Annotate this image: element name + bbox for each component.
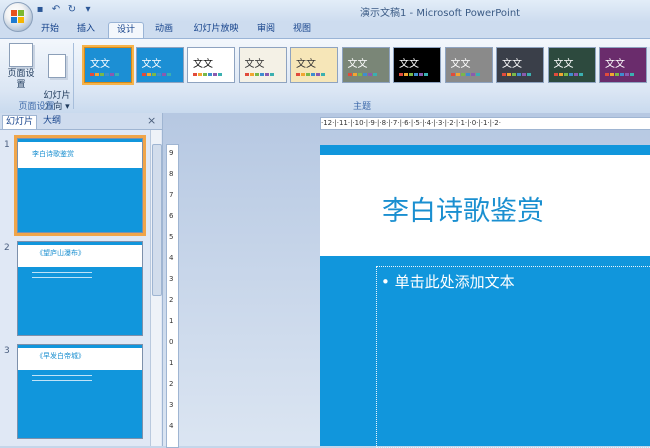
tab-home[interactable]: 开始 (36, 22, 64, 38)
placeholder-text: • 单击此处添加文本 (381, 273, 515, 291)
slide-top-band (320, 145, 650, 155)
theme-thumbnail[interactable]: 文文 (444, 47, 493, 83)
office-logo-icon (11, 10, 25, 24)
undo-icon[interactable]: ↶ (50, 4, 62, 16)
slide-thumbnail-1[interactable]: 李白诗歌鉴赏 (14, 135, 146, 236)
theme-sample-text: 文文 (502, 59, 522, 70)
slide-number: 2 (4, 243, 10, 253)
page-setup-button[interactable]: 页面设置 (4, 43, 38, 91)
group-page-setup-label: 页面设置 (18, 102, 55, 112)
ribbon: 页面设置 幻灯片 方向 ▾ 页面设置 主题 文文 文文 文文 文文 文文 文文 文文 文文 文文… (0, 38, 650, 114)
office-button[interactable] (3, 2, 33, 32)
thumb-title: 《早发白帝城》 (36, 352, 85, 360)
slide-number: 1 (4, 140, 10, 150)
theme-sample-text: 文文 (90, 59, 110, 70)
theme-thumbnail[interactable]: 文文 (290, 47, 338, 83)
slide-number: 3 (4, 346, 10, 356)
horizontal-ruler: ·12·|·11·|·10·|·9·|·8·|·7·|·6·|·5·|·4·|·… (320, 117, 650, 130)
tab-slideshow[interactable]: 幻灯片放映 (188, 22, 244, 38)
tab-slides[interactable]: 幻灯片 (2, 115, 38, 129)
tab-outline[interactable]: 大纲 (40, 115, 64, 128)
save-icon[interactable]: ▪ (34, 4, 46, 16)
ruler-tick-label: 4 (169, 254, 174, 262)
redo-icon[interactable]: ↻ (66, 4, 78, 16)
orientation-icon (48, 54, 66, 78)
thumb-title: 《望庐山瀑布》 (36, 249, 85, 257)
theme-thumbnail[interactable]: 文文 (496, 47, 544, 83)
group-themes-label: 主题 (352, 102, 371, 112)
ruler-tick-label: 3 (169, 275, 174, 283)
ruler-tick-label: 8 (169, 170, 174, 178)
theme-sample-text: 文文 (244, 59, 265, 70)
close-icon[interactable]: × (147, 114, 156, 127)
pane-tabs: 幻灯片 大纲 × (0, 113, 162, 130)
ruler-tick-label: 3 (169, 401, 174, 409)
tab-review[interactable]: 审阅 (252, 22, 280, 38)
slide-title-area: 李白诗歌鉴赏 (320, 155, 650, 256)
theme-sample-text: 文文 (141, 59, 162, 70)
theme-thumbnail[interactable]: 文文 (341, 47, 390, 83)
ruler-tick-label: 9 (169, 149, 174, 157)
ruler-tick-label: 6 (169, 212, 174, 220)
customize-icon[interactable]: ▾ (82, 4, 94, 16)
ruler-tick-label: 0 (169, 338, 174, 346)
page-setup-label: 页面设置 (7, 69, 35, 90)
page-setup-icon (9, 43, 33, 67)
theme-sample-text: 文文 (399, 59, 419, 70)
theme-sample-text: 文文 (450, 59, 471, 70)
pane-scrollbar[interactable] (150, 130, 162, 446)
ruler-tick-label: 7 (169, 191, 174, 199)
theme-thumbnail[interactable]: 文文 (599, 47, 647, 83)
theme-sample-text: 文文 (347, 59, 368, 70)
thumb-title: 李白诗歌鉴赏 (32, 150, 74, 158)
tab-insert[interactable]: 插入 (72, 22, 100, 38)
ruler-tick-label: 1 (169, 359, 174, 367)
tab-design[interactable]: 设计 (108, 22, 144, 39)
title-bar (0, 0, 650, 22)
content-placeholder[interactable]: • 单击此处添加文本 (376, 266, 650, 448)
ribbon-tab-bar: 开始 插入 设计 动画 幻灯片放映 审阅 视图 (0, 22, 650, 39)
ruler-tick-label: 2 (169, 296, 174, 304)
slide-thumbnail-3[interactable]: 《早发白帝城》 (17, 344, 143, 439)
slide-title[interactable]: 李白诗歌鉴赏 (382, 189, 544, 228)
scroll-thumb[interactable] (152, 144, 162, 296)
tab-animation[interactable]: 动画 (150, 22, 178, 38)
tab-view[interactable]: 视图 (288, 22, 316, 38)
theme-sample-text: 文文 (605, 59, 625, 70)
ruler-tick-label: 1 (169, 317, 174, 325)
theme-thumbnail[interactable]: 文文 (82, 45, 134, 85)
theme-thumbnail[interactable]: 文文 (135, 47, 184, 83)
theme-thumbnail[interactable]: 文文 (238, 47, 287, 83)
ruler-tick-label: 5 (169, 233, 174, 241)
slides-pane: 幻灯片 大纲 × 1 李白诗歌鉴赏 2 《望庐山瀑布》 3 《早发白帝城》 (0, 113, 163, 446)
ruler-tick-label: 2 (169, 380, 174, 388)
quick-access-toolbar: ▪ ↶ ↻ ▾ (34, 3, 94, 17)
ruler-tick-label: 4 (169, 422, 174, 430)
theme-sample-text: 文文 (193, 59, 213, 70)
theme-sample-text: 文文 (296, 59, 316, 70)
theme-thumbnail[interactable]: 文文 (187, 47, 235, 83)
theme-thumbnail[interactable]: 文文 (393, 47, 441, 83)
slide-canvas[interactable]: 李白诗歌鉴赏 • 单击此处添加文本 (320, 145, 650, 448)
theme-sample-text: 文文 (553, 59, 574, 70)
vertical-ruler: 9 8 7 6 5 4 3 2 1 0 1 2 3 4 (166, 144, 179, 448)
window-title: 演示文稿1 - Microsoft PowerPoint (360, 8, 521, 19)
theme-thumbnail[interactable]: 文文 (547, 47, 596, 83)
slide-thumbnail-2[interactable]: 《望庐山瀑布》 (17, 241, 143, 336)
